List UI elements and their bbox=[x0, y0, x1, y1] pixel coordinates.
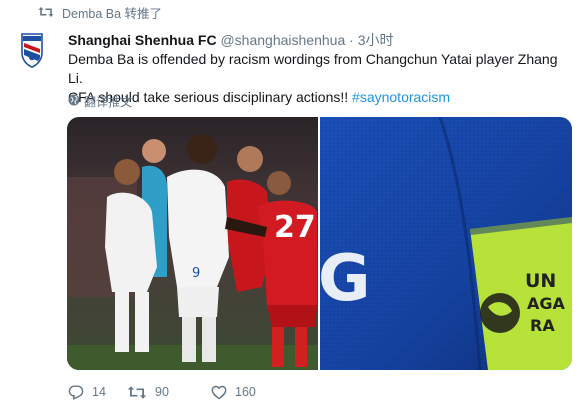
reply-icon bbox=[68, 385, 84, 400]
tweet-actions: 14 90 160 bbox=[68, 383, 256, 401]
shenhua-logo bbox=[9, 27, 55, 73]
retweet-icon bbox=[38, 6, 54, 18]
globe-icon bbox=[68, 94, 80, 109]
armband-text-3: RA bbox=[530, 316, 555, 335]
like-count: 160 bbox=[235, 385, 256, 399]
hashtag-link[interactable]: #saynotoracism bbox=[352, 89, 450, 105]
reply-count: 14 bbox=[92, 385, 106, 399]
avatar[interactable] bbox=[9, 27, 55, 73]
author-name[interactable]: Shanghai Shenhua FC bbox=[68, 32, 217, 48]
jersey-number: 27 bbox=[274, 210, 316, 245]
retweet-button[interactable]: 90 bbox=[127, 385, 211, 400]
header-separator: · bbox=[345, 32, 358, 48]
shorts-number: 9 bbox=[192, 266, 200, 281]
retweet-count: 90 bbox=[155, 385, 169, 399]
author-handle[interactable]: @shanghaishenhua bbox=[220, 32, 345, 48]
reply-button[interactable]: 14 bbox=[68, 385, 127, 400]
retweet-icon bbox=[127, 385, 147, 400]
jersey-letter: G bbox=[320, 242, 371, 316]
translate-label: 翻译推文 bbox=[84, 94, 133, 109]
retweet-context-text[interactable]: Demba Ba 转推了 bbox=[62, 3, 162, 22]
tweet-header: Shanghai Shenhua FC @shanghaishenhua · 3… bbox=[68, 30, 393, 50]
tweet-text-line1: Demba Ba is offended by racism wordings … bbox=[68, 51, 558, 86]
tweet-text: Demba Ba is offended by racism wordings … bbox=[68, 50, 573, 107]
translate-tweet-link[interactable]: 翻译推文 bbox=[68, 93, 132, 109]
tweet-time[interactable]: 3小时 bbox=[358, 32, 394, 48]
retweet-context: Demba Ba 转推了 bbox=[38, 3, 162, 21]
armband-text-2: AGA bbox=[527, 294, 566, 313]
heart-icon bbox=[211, 385, 227, 400]
media-grid: 27 9 G UN AGA RA bbox=[67, 117, 572, 370]
photo-armband-image: G UN AGA RA bbox=[320, 117, 572, 370]
photo-players-confrontation[interactable]: 27 9 bbox=[67, 117, 318, 370]
armband-text-1: UN bbox=[525, 270, 556, 292]
photo-armband-closeup[interactable]: G UN AGA RA bbox=[320, 117, 572, 370]
like-button[interactable]: 160 bbox=[211, 385, 256, 400]
photo-players-image: 27 9 bbox=[67, 117, 318, 370]
